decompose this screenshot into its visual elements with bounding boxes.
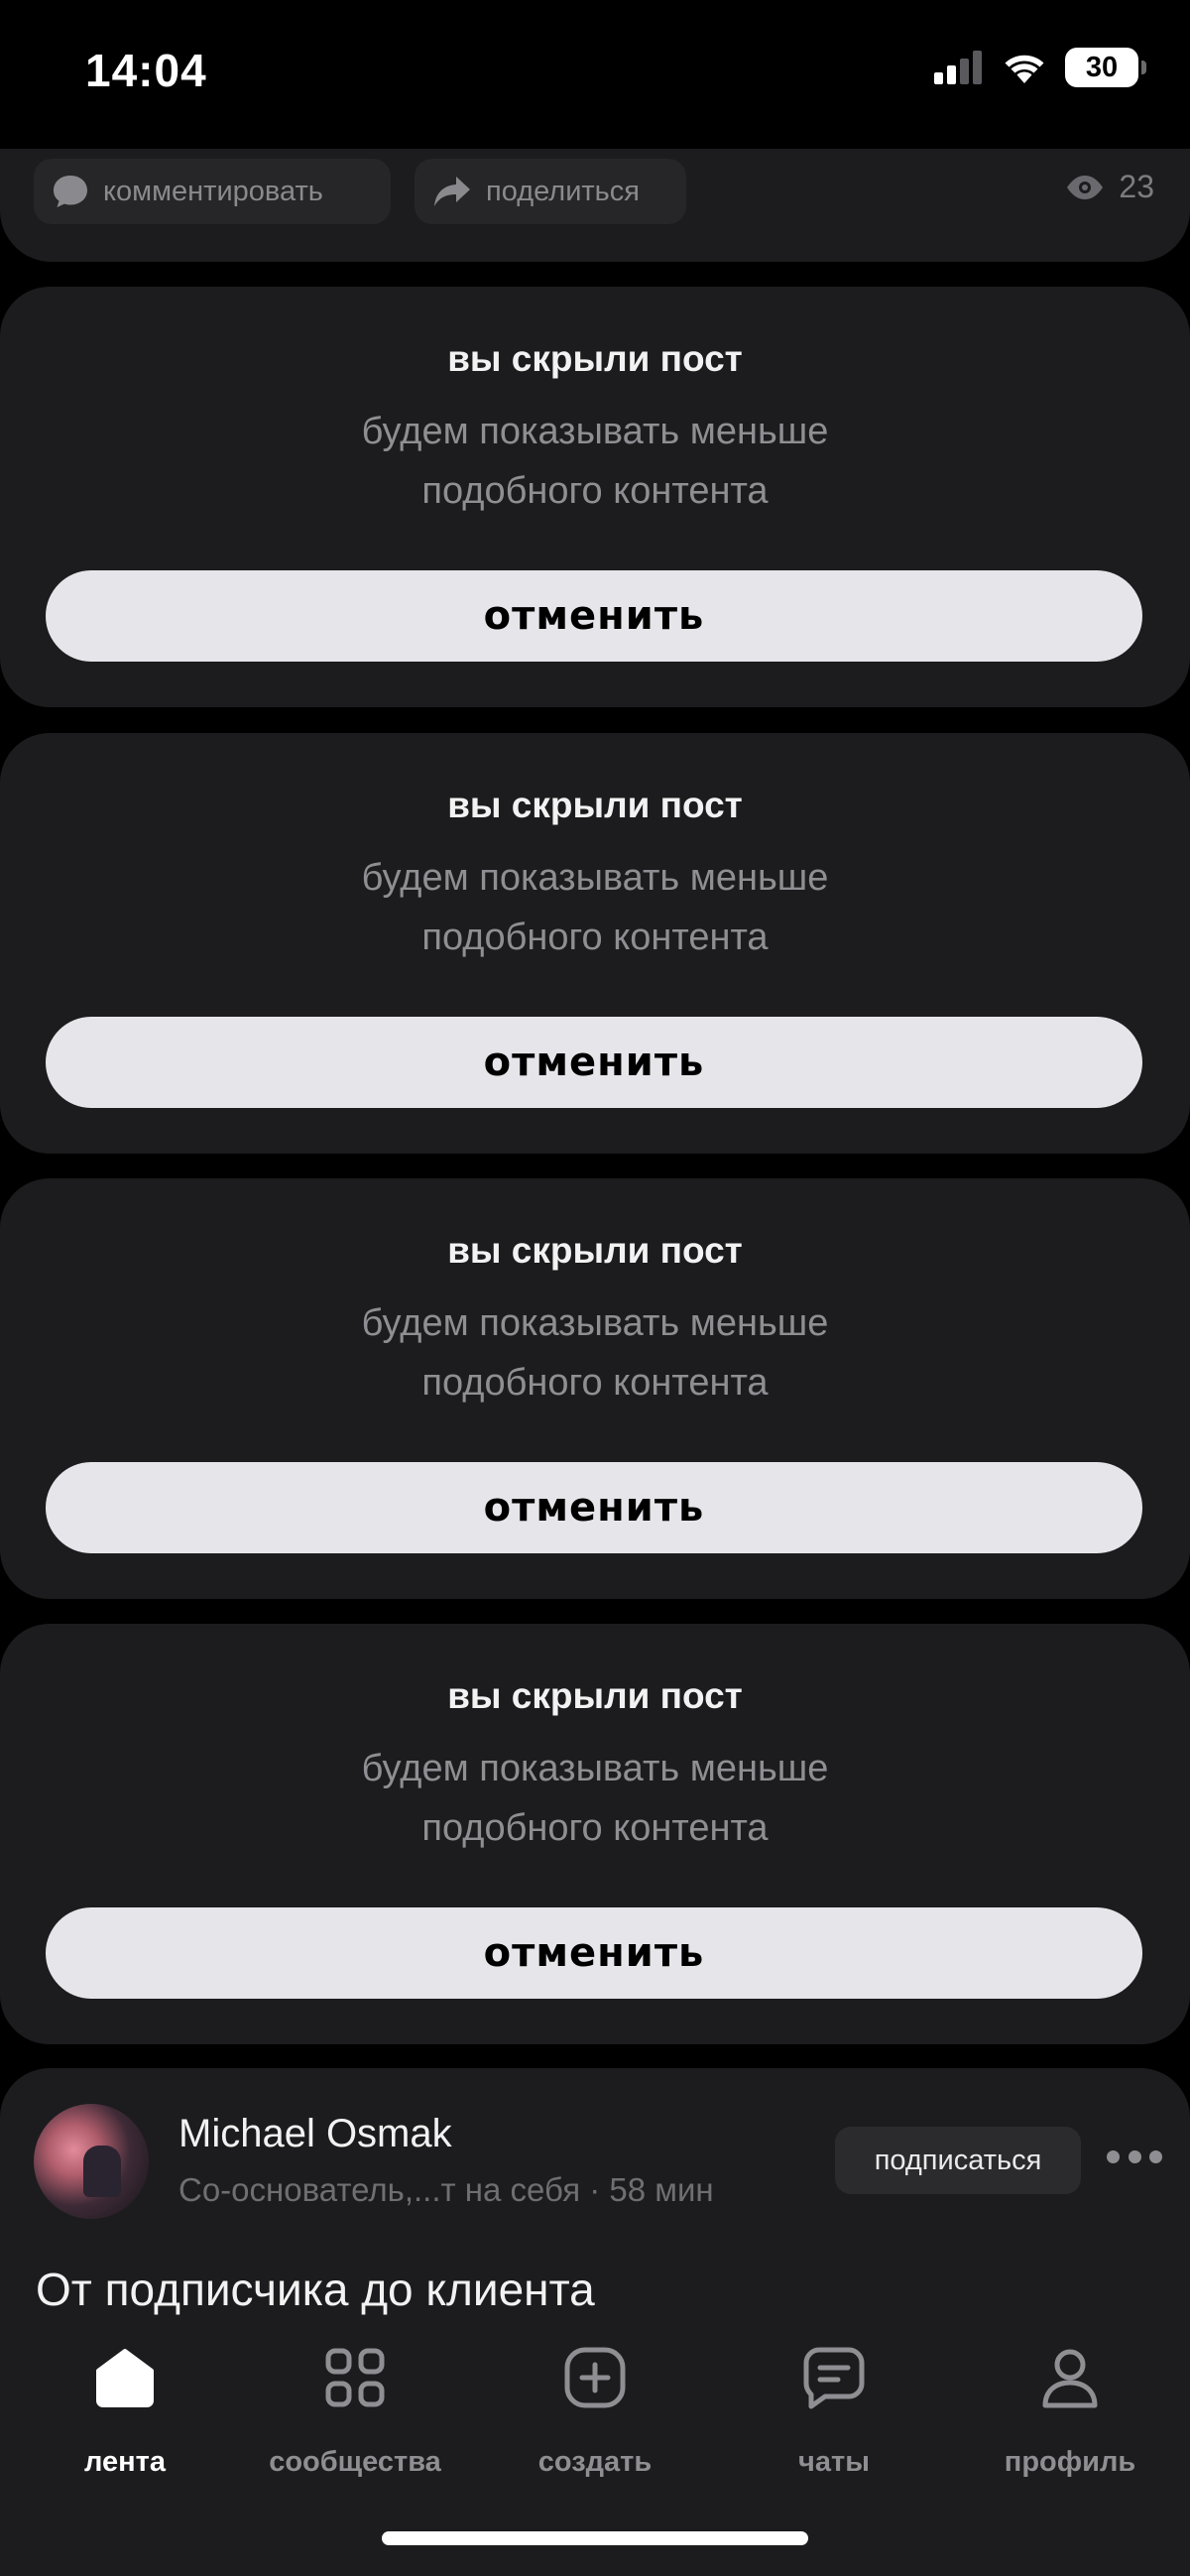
eye-icon bbox=[1067, 175, 1104, 199]
nav-label: лента bbox=[83, 2446, 166, 2478]
hidden-post-subtitle-line: будем показывать меньше bbox=[361, 1748, 829, 1789]
wifi-icon bbox=[1005, 55, 1044, 83]
signal-icon bbox=[934, 51, 982, 84]
subscribe-label: подписаться bbox=[874, 2144, 1042, 2176]
nav-item-create[interactable]: создать bbox=[486, 2345, 704, 2484]
status-bar: 14:04 30 bbox=[0, 0, 1190, 159]
author-name[interactable]: Michael Osmak bbox=[178, 2112, 452, 2156]
hidden-post-card: вы скрыли пост будем показывать меньше п… bbox=[0, 733, 1190, 1154]
subscribe-button[interactable]: подписаться bbox=[835, 2127, 1081, 2194]
nav-item-communities[interactable]: сообщества bbox=[246, 2345, 464, 2484]
battery-level: 30 bbox=[1085, 51, 1119, 83]
hidden-post-subtitle: будем показывать меньше подобного контен… bbox=[0, 402, 1190, 521]
chat-icon bbox=[803, 2347, 865, 2409]
undo-hide-button[interactable]: отменить bbox=[46, 1462, 1142, 1553]
more-dot bbox=[1107, 2149, 1120, 2163]
nav-label: чаты bbox=[798, 2446, 870, 2478]
hidden-post-subtitle: будем показывать меньше подобного контен… bbox=[0, 848, 1190, 967]
status-icons: 30 bbox=[934, 48, 1146, 87]
hidden-post-subtitle-line: подобного контента bbox=[421, 1807, 769, 1849]
hidden-post-card: вы скрыли пост будем показывать меньше п… bbox=[0, 1178, 1190, 1599]
undo-hide-label: отменить bbox=[483, 1040, 705, 1085]
screen: 14:04 30 комментировать поделиться 23 вы… bbox=[0, 0, 1190, 2576]
hidden-post-subtitle-line: будем показывать меньше bbox=[361, 411, 829, 452]
comment-icon bbox=[54, 176, 87, 207]
hidden-post-subtitle-line: будем показывать меньше bbox=[361, 1302, 829, 1344]
more-dot bbox=[1128, 2149, 1141, 2163]
share-icon bbox=[434, 177, 470, 206]
battery-indicator: 30 bbox=[1065, 48, 1146, 87]
grid-icon bbox=[325, 2348, 385, 2407]
nav-label: профиль bbox=[1004, 2446, 1136, 2478]
hidden-post-card: вы скрыли пост будем показывать меньше п… bbox=[0, 287, 1190, 707]
comment-button[interactable]: комментировать bbox=[34, 159, 391, 224]
undo-hide-button[interactable]: отменить bbox=[46, 1017, 1142, 1108]
more-dot bbox=[1149, 2149, 1162, 2163]
home-indicator[interactable] bbox=[382, 2531, 808, 2545]
avatar-figure bbox=[83, 2146, 121, 2197]
hidden-post-title: вы скрыли пост bbox=[447, 785, 743, 825]
author-meta: Со-основатель,...т на себя · 58 мин bbox=[178, 2171, 714, 2208]
undo-hide-label: отменить bbox=[483, 593, 705, 639]
undo-hide-label: отменить bbox=[483, 1930, 705, 1976]
hidden-post-title: вы скрыли пост bbox=[447, 338, 743, 379]
nav-label: сообщества bbox=[269, 2446, 441, 2478]
hidden-post-subtitle-line: подобного контента bbox=[421, 470, 769, 512]
nav-item-profile[interactable]: профиль bbox=[961, 2345, 1179, 2484]
nav-item-chats[interactable]: чаты bbox=[725, 2345, 943, 2484]
hidden-post-subtitle-line: подобного контента bbox=[421, 1362, 769, 1404]
share-button[interactable]: поделиться bbox=[415, 159, 686, 224]
undo-hide-button[interactable]: отменить bbox=[46, 1907, 1142, 1999]
hidden-post-title: вы скрыли пост bbox=[447, 1675, 743, 1716]
undo-hide-button[interactable]: отменить bbox=[46, 570, 1142, 662]
hidden-post-subtitle-line: подобного контента bbox=[421, 917, 769, 958]
hidden-post-title: вы скрыли пост bbox=[447, 1230, 743, 1271]
more-options-icon[interactable] bbox=[1107, 2142, 1162, 2171]
comment-label: комментировать bbox=[103, 175, 323, 207]
status-time: 14:04 bbox=[85, 45, 207, 96]
post-title[interactable]: От подписчика до клиента bbox=[36, 2263, 595, 2316]
hidden-post-card: вы скрыли пост будем показывать меньше п… bbox=[0, 1624, 1190, 2044]
nav-label: создать bbox=[537, 2446, 653, 2478]
home-icon bbox=[96, 2349, 154, 2407]
nav-item-feed[interactable]: лента bbox=[16, 2345, 234, 2484]
views-count: 23 bbox=[1119, 169, 1154, 204]
previous-post-footer: комментировать поделиться 23 bbox=[0, 149, 1190, 262]
views-counter: 23 bbox=[1065, 169, 1154, 205]
hidden-post-subtitle-line: будем показывать меньше bbox=[361, 857, 829, 899]
hidden-post-subtitle: будем показывать меньше подобного контен… bbox=[0, 1739, 1190, 1858]
hidden-post-subtitle: будем показывать меньше подобного контен… bbox=[0, 1293, 1190, 1412]
share-label: поделиться bbox=[486, 175, 640, 207]
undo-hide-label: отменить bbox=[483, 1485, 705, 1531]
author-avatar[interactable] bbox=[34, 2104, 149, 2219]
person-icon bbox=[1042, 2349, 1098, 2408]
plus-square-icon bbox=[564, 2347, 626, 2408]
